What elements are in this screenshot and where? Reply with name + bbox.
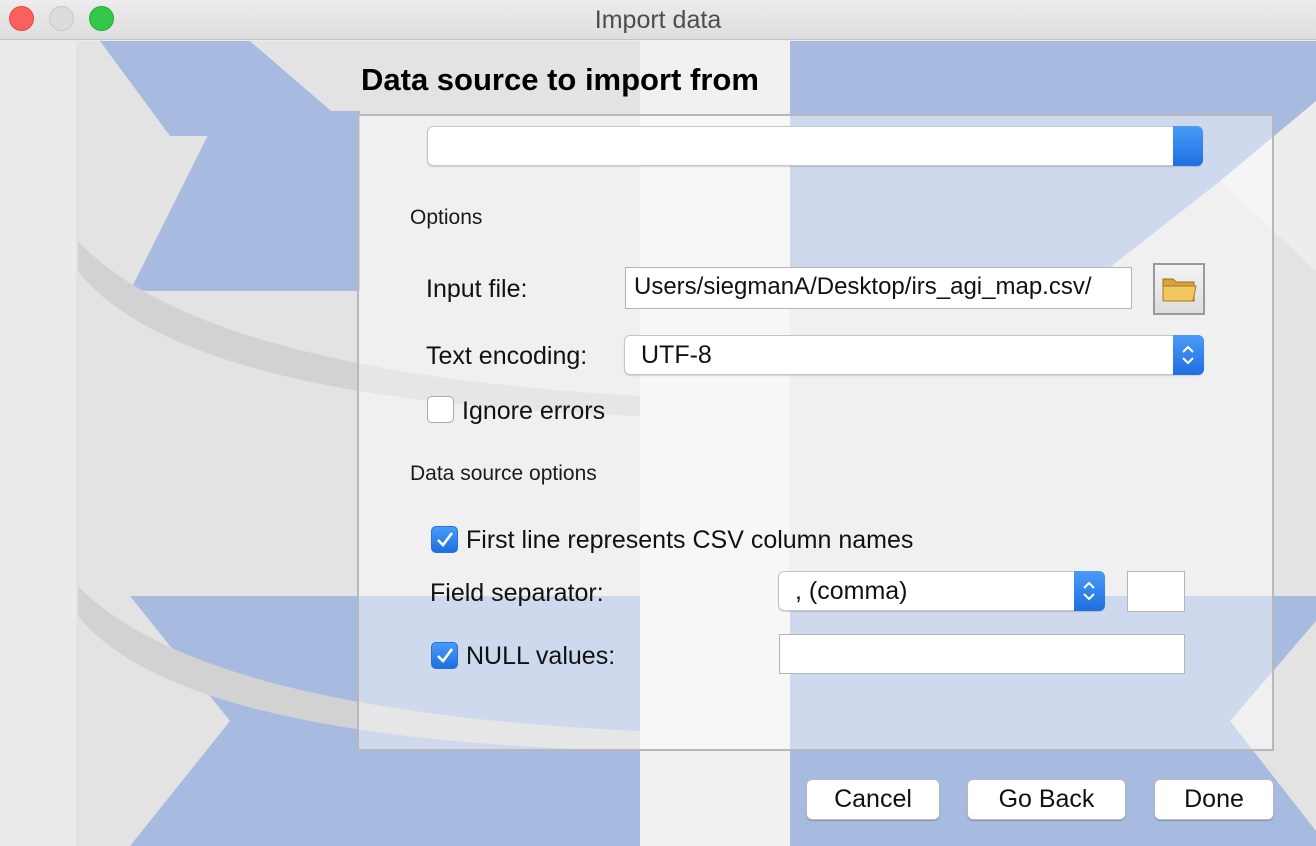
cancel-button[interactable]: Cancel: [806, 779, 940, 820]
chevron-updown-icon: [1182, 345, 1194, 365]
ignore-errors-label: Ignore errors: [462, 397, 606, 425]
first-line-column-names-checkbox[interactable]: [431, 526, 458, 553]
field-separator-label: Field separator:: [430, 579, 604, 607]
ignore-errors-checkbox[interactable]: [427, 396, 454, 423]
null-values-label: NULL values:: [466, 642, 616, 670]
page-heading: Data source to import from: [361, 62, 759, 97]
input-file-field[interactable]: /Users/siegmanA/Desktop/irs_agi_map.csv: [625, 267, 1132, 309]
null-values-checkbox[interactable]: [431, 642, 458, 669]
checkmark-icon: [437, 648, 454, 663]
data-source-panel: Options Input file: /Users/siegmanA/Desk…: [357, 114, 1274, 751]
data-source-type-select[interactable]: [427, 126, 1203, 166]
window-title: Import data: [594, 6, 722, 34]
go-back-button[interactable]: Go Back: [967, 779, 1126, 820]
browse-file-button[interactable]: [1153, 263, 1205, 315]
select-arrow-icon: [1173, 126, 1203, 166]
text-encoding-label: Text encoding:: [426, 342, 588, 370]
data-source-options-group-label: Data source options: [410, 462, 597, 485]
custom-separator-field[interactable]: [1127, 571, 1185, 612]
text-encoding-select[interactable]: UTF-8: [624, 335, 1204, 375]
checkmark-icon: [437, 532, 454, 547]
field-separator-value: , (comma): [795, 577, 908, 605]
title-bar: Import data: [0, 0, 1316, 40]
first-line-column-names-label: First line represents CSV column names: [466, 526, 914, 554]
text-encoding-stepper[interactable]: [1173, 335, 1204, 375]
options-group-label: Options: [410, 206, 483, 229]
chevron-updown-icon: [1083, 581, 1095, 601]
folder-icon: [1162, 278, 1197, 302]
dialog-content: Data source to import from Options Input…: [0, 41, 1316, 846]
field-separator-stepper[interactable]: [1074, 571, 1105, 611]
done-button[interactable]: Done: [1154, 779, 1274, 820]
input-file-label: Input file:: [426, 275, 528, 303]
input-file-value: /Users/siegmanA/Desktop/irs_agi_map.csv: [634, 273, 1092, 300]
null-values-field[interactable]: [779, 634, 1185, 674]
field-separator-select[interactable]: , (comma): [778, 571, 1105, 611]
text-encoding-value: UTF-8: [641, 341, 712, 369]
